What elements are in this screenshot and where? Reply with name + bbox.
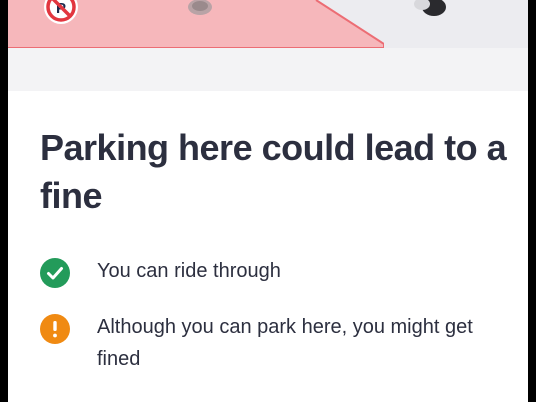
rule-text: You can ride through xyxy=(97,260,281,282)
check-circle-icon xyxy=(40,258,70,288)
parking-info-panel: Parking here could lead to a fine You ca… xyxy=(8,91,528,402)
open-road-area xyxy=(384,0,528,48)
zone-map-graphic: P xyxy=(8,0,528,48)
page-title: Parking here could lead to a fine xyxy=(40,127,507,216)
rule-text: Although you can park here, you might ge… xyxy=(97,316,473,370)
app-screen: P Parking here could lead to a fine You … xyxy=(8,0,528,402)
parking-zone-illustration: P xyxy=(8,0,528,48)
section-divider xyxy=(8,48,528,91)
warning-circle-icon xyxy=(40,314,70,344)
